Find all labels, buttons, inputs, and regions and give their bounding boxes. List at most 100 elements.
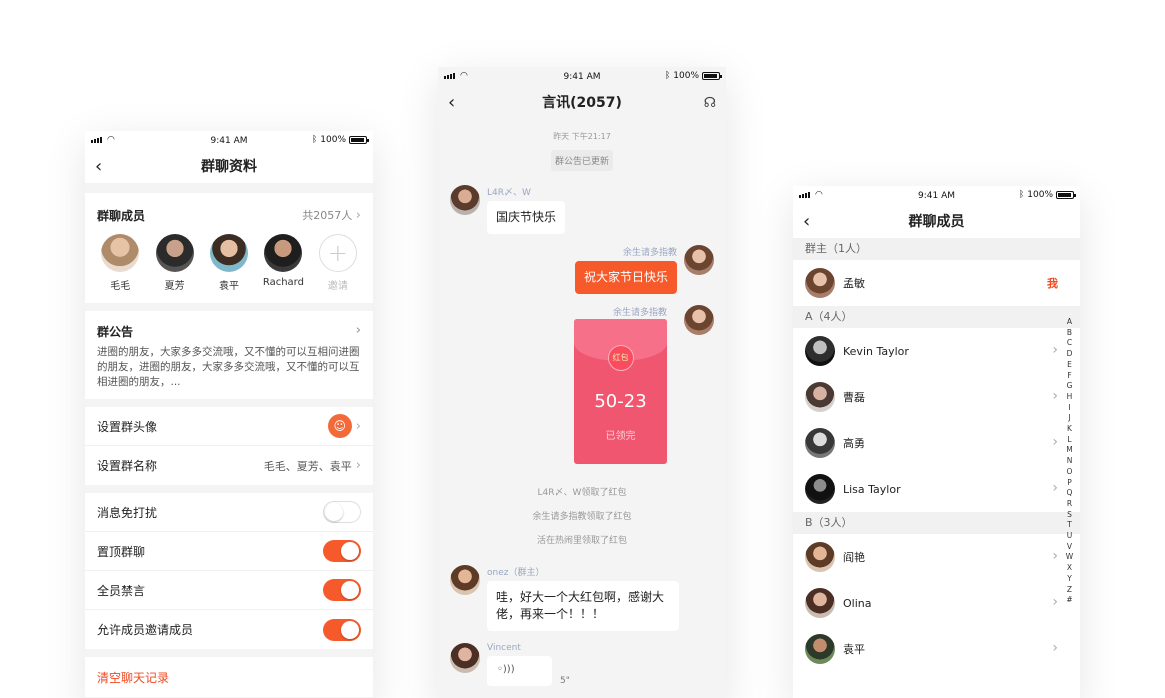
invite-label: 邀请: [327, 281, 348, 292]
alphabet-letter[interactable]: F: [1065, 371, 1074, 382]
alphabet-letter[interactable]: S: [1065, 510, 1074, 521]
avatar[interactable]: [450, 643, 480, 673]
member-item[interactable]: 夏芳: [147, 234, 201, 292]
alphabet-letter[interactable]: L: [1065, 435, 1074, 446]
member-item[interactable]: 毛毛: [93, 234, 147, 292]
alphabet-letter[interactable]: X: [1065, 563, 1074, 574]
group-chat-screen: ◠ 9:41 AM ᛒ 100% ‹ 言讯(2057) ☊ 昨天 下午21:17 …: [438, 67, 726, 698]
avatar: [155, 234, 194, 272]
member-name: Lisa Taylor: [843, 482, 901, 496]
alphabet-letter[interactable]: O: [1065, 467, 1074, 478]
voice-bubble[interactable]: ◦))): [487, 656, 552, 686]
bluetooth-icon: ᛒ: [1018, 190, 1025, 200]
alphabet-letter[interactable]: G: [1065, 381, 1074, 392]
sender-name: 余生请多指教: [622, 248, 677, 258]
alphabet-letter[interactable]: U: [1065, 531, 1074, 542]
alphabet-letter[interactable]: #: [1065, 595, 1074, 606]
system-message: 活在热闹里领取了红包: [536, 536, 627, 546]
member-row[interactable]: 高勇 ›: [793, 420, 1080, 466]
members-header[interactable]: 群聊成员 共2057人 ›: [85, 193, 373, 224]
alphabet-letter[interactable]: J: [1065, 413, 1074, 424]
alphabet-letter[interactable]: T: [1065, 520, 1074, 531]
alphabet-letter[interactable]: D: [1065, 349, 1074, 360]
member-row[interactable]: Kevin Taylor ›: [793, 328, 1080, 374]
chevron-right-icon: ›: [1052, 434, 1058, 450]
message-bubble[interactable]: 哇，好大一个大红包啊，感谢大佬，再来一个！！！: [487, 581, 679, 631]
notice-title: 群公告: [97, 325, 134, 339]
red-packet[interactable]: 红包 50-23 已领完: [574, 319, 667, 464]
back-chevron-icon[interactable]: ‹: [448, 87, 455, 119]
alphabet-letter[interactable]: B: [1065, 328, 1074, 339]
alphabet-letter[interactable]: V: [1065, 542, 1074, 553]
invite-member-button[interactable]: + 邀请: [311, 234, 365, 292]
allow-invite-toggle[interactable]: [323, 618, 361, 641]
page-title: 群聊成员: [908, 214, 965, 230]
user-profile-icon[interactable]: ☊: [704, 87, 716, 119]
avatar: [101, 234, 140, 272]
alphabet-letter[interactable]: R: [1065, 499, 1074, 510]
message-bubble[interactable]: 国庆节快乐: [487, 201, 566, 234]
avatar[interactable]: [684, 305, 714, 335]
mute-all-toggle[interactable]: [323, 579, 361, 601]
member-row[interactable]: 袁平 ›: [793, 626, 1080, 672]
alphabet-letter[interactable]: N: [1065, 456, 1074, 467]
section-header-b: B（3人）: [793, 512, 1080, 534]
members-count: 共2057人: [302, 209, 353, 222]
member-avatars: 毛毛 夏芳 袁平 Rachard + 邀请: [85, 224, 373, 292]
member-name: Rachard: [262, 277, 304, 288]
row-label: 设置群头像: [97, 419, 158, 434]
mute-row: 消息免打扰: [85, 493, 373, 532]
avatar: [805, 634, 835, 664]
member-item[interactable]: 袁平: [202, 234, 256, 292]
alphabet-letter[interactable]: Y: [1065, 574, 1074, 585]
member-row[interactable]: Lisa Taylor ›: [793, 466, 1080, 512]
chevron-right-icon: ›: [355, 323, 361, 338]
alphabet-letter[interactable]: K: [1065, 424, 1074, 435]
alphabet-letter[interactable]: M: [1065, 445, 1074, 456]
set-group-avatar-row[interactable]: 设置群头像 ☺ ›: [85, 407, 373, 446]
member-name: 夏芳: [164, 281, 185, 292]
set-group-name-row[interactable]: 设置群名称 毛毛、夏芳、袁平 ›: [85, 446, 373, 485]
alphabet-index[interactable]: A B C D E F G H I J K L M N O P Q R S T U V W X Y Z #: [1065, 317, 1074, 606]
battery-percent: 100%: [673, 71, 699, 81]
battery-icon: [349, 136, 369, 144]
member-row[interactable]: Olina ›: [793, 580, 1080, 626]
member-item[interactable]: Rachard: [256, 234, 310, 292]
avatar: [264, 234, 303, 272]
avatar[interactable]: [684, 245, 714, 275]
alphabet-letter[interactable]: H: [1065, 392, 1074, 403]
alphabet-letter[interactable]: I: [1065, 403, 1074, 414]
group-settings-card: 设置群头像 ☺ › 设置群名称 毛毛、夏芳、袁平 ›: [85, 407, 373, 485]
member-name: 毛毛: [110, 281, 131, 292]
group-profile-screen: ◠ 9:41 AM ᛒ 100% ‹ 群聊资料 群聊成员 共2057人 › 毛毛 …: [85, 131, 373, 698]
clear-history-button[interactable]: 清空聊天记录: [85, 657, 373, 697]
chevron-right-icon: ›: [1052, 594, 1058, 610]
mute-toggle[interactable]: [323, 501, 361, 523]
alphabet-letter[interactable]: A: [1065, 317, 1074, 328]
group-notice-card[interactable]: 群公告 › 进圈的朋友，大家多多交流哦，又不懂的可以互相问进圈的朋友，进圈的朋友，…: [85, 311, 373, 399]
alphabet-letter[interactable]: Q: [1065, 488, 1074, 499]
member-row-owner[interactable]: 孟敏 我: [793, 260, 1080, 306]
alphabet-letter[interactable]: C: [1065, 338, 1074, 349]
back-chevron-icon[interactable]: ‹: [803, 206, 810, 238]
battery-icon: [702, 72, 722, 80]
row-label: 置顶群聊: [97, 544, 146, 559]
battery-percent: 100%: [320, 135, 346, 145]
message-bubble[interactable]: 祝大家节日快乐: [574, 261, 677, 294]
member-row[interactable]: 阎艳 ›: [793, 534, 1080, 580]
avatar[interactable]: [450, 185, 480, 215]
avatar: [805, 268, 835, 298]
alphabet-letter[interactable]: E: [1065, 360, 1074, 371]
me-badge: 我: [1047, 277, 1058, 290]
pin-toggle[interactable]: [323, 540, 361, 562]
chat-date: 昨天 下午21:17: [553, 132, 611, 141]
alphabet-letter[interactable]: P: [1065, 478, 1074, 489]
avatar: [805, 382, 835, 412]
alphabet-letter[interactable]: W: [1065, 552, 1074, 563]
back-chevron-icon[interactable]: ‹: [95, 151, 102, 183]
row-label: 消息免打扰: [97, 505, 158, 520]
alphabet-letter[interactable]: Z: [1065, 585, 1074, 596]
member-row[interactable]: 曹磊 ›: [793, 374, 1080, 420]
nav-bar: ‹ 群聊成员: [793, 206, 1080, 238]
avatar[interactable]: [450, 565, 480, 595]
